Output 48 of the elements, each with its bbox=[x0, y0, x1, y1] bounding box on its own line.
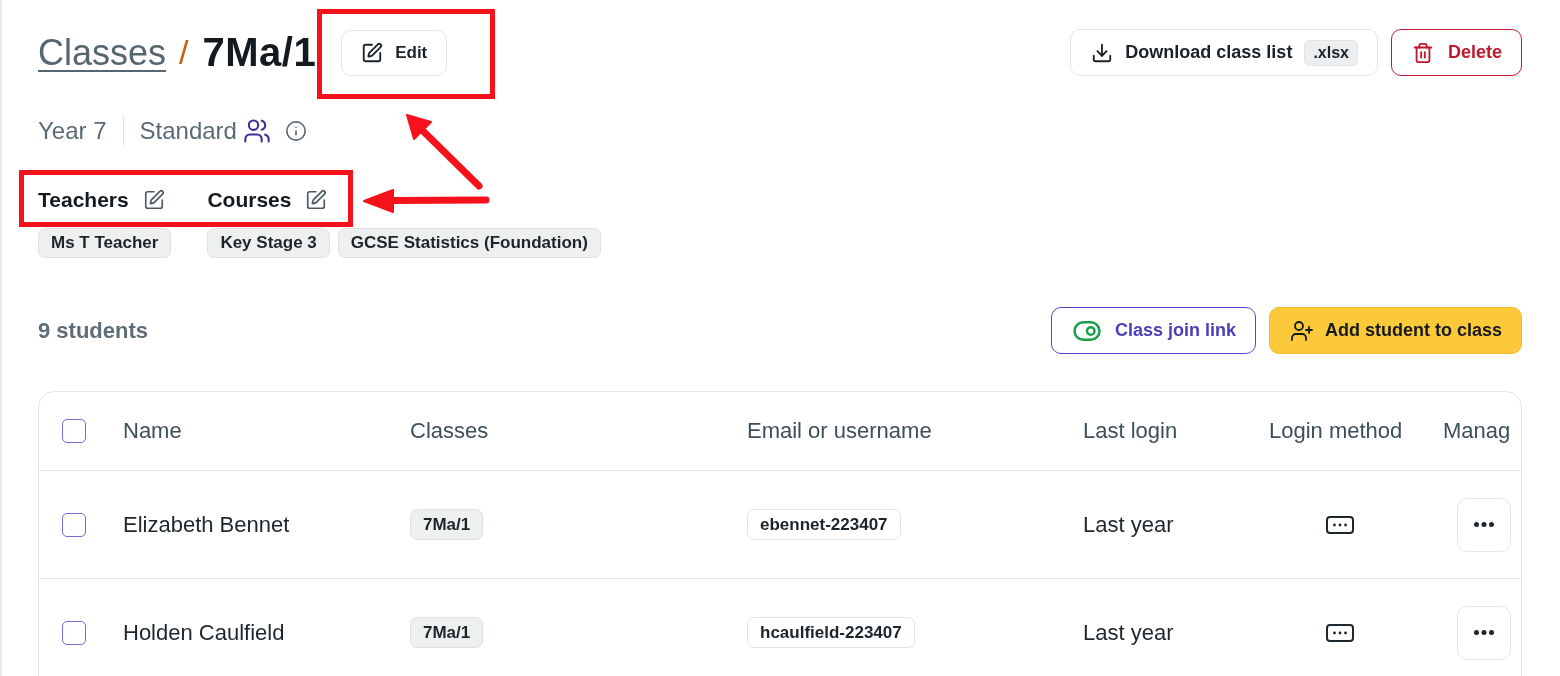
add-student-button[interactable]: Add student to class bbox=[1268, 307, 1522, 354]
user-plus-icon bbox=[1289, 318, 1314, 343]
ellipsis-icon bbox=[1474, 522, 1494, 527]
users-icon bbox=[242, 117, 271, 145]
delete-button[interactable]: Delete bbox=[1390, 29, 1522, 76]
page-title: 7Ma/1 bbox=[202, 30, 317, 75]
tag: Ms T Teacher bbox=[38, 228, 172, 258]
info-icon[interactable] bbox=[284, 120, 307, 142]
edit-icon bbox=[361, 41, 384, 64]
student-count: 9 students bbox=[38, 317, 149, 344]
last-login: Last year bbox=[1083, 511, 1175, 538]
password-icon bbox=[1326, 623, 1354, 642]
student-name: Holden Caulfield bbox=[123, 619, 286, 646]
breadcrumb-separator: / bbox=[179, 33, 189, 72]
student-name: Elizabeth Bennet bbox=[123, 511, 291, 538]
column-header: Name bbox=[123, 418, 183, 444]
ellipsis-icon bbox=[1474, 630, 1494, 635]
join-link-button[interactable]: Class join link bbox=[1050, 307, 1256, 354]
class-tag: 7Ma/1 bbox=[410, 617, 484, 648]
year-label: Year 7 bbox=[38, 117, 107, 145]
more-button[interactable] bbox=[1457, 605, 1511, 660]
column-header: Classes bbox=[410, 418, 490, 444]
checkbox[interactable] bbox=[62, 512, 86, 537]
trash-icon bbox=[1411, 41, 1434, 64]
column-header: Login method bbox=[1269, 418, 1404, 444]
password-icon bbox=[1326, 515, 1354, 534]
column-header: Email or username bbox=[747, 418, 933, 444]
file-type-badge: .xlsx bbox=[1304, 39, 1358, 66]
class-type-label: Standard bbox=[139, 117, 237, 145]
checkbox[interactable] bbox=[62, 419, 86, 443]
section-title: Teachers bbox=[38, 188, 129, 212]
download-button[interactable]: Download class list .xlsx bbox=[1070, 29, 1378, 76]
tag: Key Stage 3 bbox=[207, 228, 330, 258]
download-icon bbox=[1091, 41, 1114, 64]
class-tag: 7Ma/1 bbox=[410, 509, 484, 540]
breadcrumb-link[interactable]: Classes bbox=[38, 31, 167, 74]
more-button[interactable] bbox=[1457, 497, 1511, 552]
username-tag: ebennet-223407 bbox=[747, 509, 901, 540]
edit-icon[interactable] bbox=[305, 189, 328, 211]
username-tag: hcaulfield-223407 bbox=[747, 617, 915, 648]
last-login: Last year bbox=[1083, 619, 1175, 646]
checkbox[interactable] bbox=[62, 620, 86, 645]
section-title: Courses bbox=[207, 188, 292, 212]
edit-icon[interactable] bbox=[142, 189, 165, 211]
tag: GCSE Statistics (Foundation) bbox=[337, 228, 601, 258]
column-header: Last login bbox=[1083, 418, 1179, 444]
column-header: Manag bbox=[1443, 418, 1512, 444]
edit-button[interactable]: Edit bbox=[341, 29, 448, 76]
